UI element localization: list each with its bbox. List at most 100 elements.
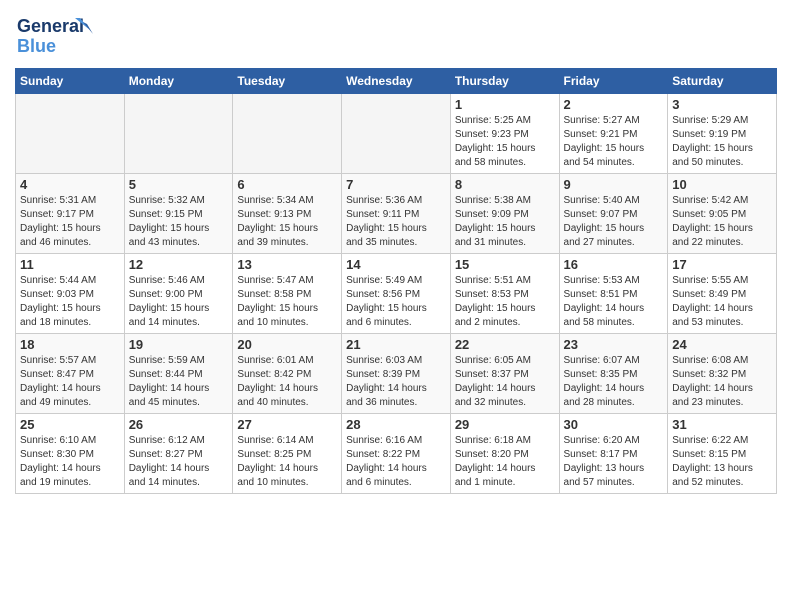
day-number: 13 [237,257,337,272]
day-info: Sunrise: 6:08 AM Sunset: 8:32 PM Dayligh… [672,354,772,410]
calendar-week-row: 4Sunrise: 5:31 AM Sunset: 9:17 PM Daylig… [16,174,777,254]
calendar-cell: 6 Sunrise: 5:34 AM Sunset: 9:13 PM Daylig… [233,174,342,254]
day-number: 28 [346,417,446,432]
day-number: 21 [346,337,446,352]
day-number: 8 [455,177,555,192]
day-number: 1 [455,97,555,112]
page-header: GeneralBlue [15,10,777,60]
day-info: Sunrise: 6:18 AM Sunset: 8:20 PM Dayligh… [455,434,555,490]
day-number: 3 [672,97,772,112]
calendar-cell: 3 Sunrise: 5:29 AM Sunset: 9:19 PM Daylig… [668,94,777,174]
day-info: Sunrise: 6:16 AM Sunset: 8:22 PM Dayligh… [346,434,446,490]
calendar-cell: 28 Sunrise: 6:16 AM Sunset: 8:22 PM Dayli… [342,414,451,494]
calendar-cell: 2Sunrise: 5:27 AM Sunset: 9:21 PM Daylig… [559,94,668,174]
day-number: 14 [346,257,446,272]
calendar-cell: 16 Sunrise: 5:53 AM Sunset: 8:51 PM Dayli… [559,254,668,334]
logo-icon: GeneralBlue [15,10,95,60]
calendar-cell [342,94,451,174]
day-number: 4 [20,177,120,192]
day-number: 31 [672,417,772,432]
day-number: 5 [129,177,229,192]
calendar-cell: 27 Sunrise: 6:14 AM Sunset: 8:25 PM Dayli… [233,414,342,494]
day-info: Sunrise: 5:47 AM Sunset: 8:58 PM Dayligh… [237,274,337,330]
day-number: 16 [564,257,664,272]
calendar-cell: 22 Sunrise: 6:05 AM Sunset: 8:37 PM Dayli… [450,334,559,414]
day-header-monday: Monday [124,69,233,94]
calendar-cell: 31 Sunrise: 6:22 AM Sunset: 8:15 PM Dayli… [668,414,777,494]
calendar-cell: 5 Sunrise: 5:32 AM Sunset: 9:15 PM Daylig… [124,174,233,254]
day-number: 23 [564,337,664,352]
calendar-cell: 18 Sunrise: 5:57 AM Sunset: 8:47 PM Dayli… [16,334,125,414]
day-info: Sunrise: 5:38 AM Sunset: 9:09 PM Dayligh… [455,194,555,250]
calendar-cell [124,94,233,174]
day-number: 11 [20,257,120,272]
day-info: Sunrise: 5:29 AM Sunset: 9:19 PM Dayligh… [672,114,772,170]
day-info: Sunrise: 6:14 AM Sunset: 8:25 PM Dayligh… [237,434,337,490]
day-header-thursday: Thursday [450,69,559,94]
calendar-cell: 9 Sunrise: 5:40 AM Sunset: 9:07 PM Daylig… [559,174,668,254]
day-info: Sunrise: 5:34 AM Sunset: 9:13 PM Dayligh… [237,194,337,250]
calendar-cell: 30 Sunrise: 6:20 AM Sunset: 8:17 PM Dayli… [559,414,668,494]
day-number: 22 [455,337,555,352]
day-number: 29 [455,417,555,432]
calendar-header-row: SundayMondayTuesdayWednesdayThursdayFrid… [16,69,777,94]
day-header-tuesday: Tuesday [233,69,342,94]
calendar-cell: 17 Sunrise: 5:55 AM Sunset: 8:49 PM Dayli… [668,254,777,334]
day-header-saturday: Saturday [668,69,777,94]
calendar-cell: 1 Sunrise: 5:25 AM Sunset: 9:23 PM Daylig… [450,94,559,174]
day-number: 2 [564,97,664,112]
calendar-cell: 7 Sunrise: 5:36 AM Sunset: 9:11 PM Daylig… [342,174,451,254]
day-info: Sunrise: 5:57 AM Sunset: 8:47 PM Dayligh… [20,354,120,410]
day-info: Sunrise: 6:01 AM Sunset: 8:42 PM Dayligh… [237,354,337,410]
calendar-cell: 15 Sunrise: 5:51 AM Sunset: 8:53 PM Dayli… [450,254,559,334]
calendar-cell: 24Sunrise: 6:08 AM Sunset: 8:32 PM Dayli… [668,334,777,414]
calendar-cell: 25Sunrise: 6:10 AM Sunset: 8:30 PM Dayli… [16,414,125,494]
day-number: 30 [564,417,664,432]
calendar-week-row: 25Sunrise: 6:10 AM Sunset: 8:30 PM Dayli… [16,414,777,494]
calendar-cell: 10 Sunrise: 5:42 AM Sunset: 9:05 PM Dayli… [668,174,777,254]
day-info: Sunrise: 5:59 AM Sunset: 8:44 PM Dayligh… [129,354,229,410]
calendar-cell: 13 Sunrise: 5:47 AM Sunset: 8:58 PM Dayli… [233,254,342,334]
calendar-cell: 11 Sunrise: 5:44 AM Sunset: 9:03 PM Dayli… [16,254,125,334]
calendar-cell: 8 Sunrise: 5:38 AM Sunset: 9:09 PM Daylig… [450,174,559,254]
day-info: Sunrise: 5:32 AM Sunset: 9:15 PM Dayligh… [129,194,229,250]
day-info: Sunrise: 6:05 AM Sunset: 8:37 PM Dayligh… [455,354,555,410]
day-number: 10 [672,177,772,192]
day-number: 7 [346,177,446,192]
day-number: 15 [455,257,555,272]
calendar-cell: 12Sunrise: 5:46 AM Sunset: 9:00 PM Dayli… [124,254,233,334]
day-info: Sunrise: 5:49 AM Sunset: 8:56 PM Dayligh… [346,274,446,330]
day-header-wednesday: Wednesday [342,69,451,94]
logo: GeneralBlue [15,10,95,60]
day-info: Sunrise: 5:40 AM Sunset: 9:07 PM Dayligh… [564,194,664,250]
day-number: 9 [564,177,664,192]
day-info: Sunrise: 6:07 AM Sunset: 8:35 PM Dayligh… [564,354,664,410]
calendar-cell: 21 Sunrise: 6:03 AM Sunset: 8:39 PM Dayli… [342,334,451,414]
day-info: Sunrise: 5:36 AM Sunset: 9:11 PM Dayligh… [346,194,446,250]
day-info: Sunrise: 5:55 AM Sunset: 8:49 PM Dayligh… [672,274,772,330]
day-info: Sunrise: 5:42 AM Sunset: 9:05 PM Dayligh… [672,194,772,250]
day-info: Sunrise: 6:22 AM Sunset: 8:15 PM Dayligh… [672,434,772,490]
day-number: 6 [237,177,337,192]
day-number: 26 [129,417,229,432]
day-number: 17 [672,257,772,272]
day-number: 19 [129,337,229,352]
calendar-cell [16,94,125,174]
day-number: 27 [237,417,337,432]
day-info: Sunrise: 6:03 AM Sunset: 8:39 PM Dayligh… [346,354,446,410]
day-info: Sunrise: 5:25 AM Sunset: 9:23 PM Dayligh… [455,114,555,170]
calendar-week-row: 1 Sunrise: 5:25 AM Sunset: 9:23 PM Daylig… [16,94,777,174]
calendar-table: SundayMondayTuesdayWednesdayThursdayFrid… [15,68,777,494]
svg-text:General: General [17,16,84,36]
calendar-week-row: 11 Sunrise: 5:44 AM Sunset: 9:03 PM Dayli… [16,254,777,334]
day-info: Sunrise: 5:53 AM Sunset: 8:51 PM Dayligh… [564,274,664,330]
day-info: Sunrise: 5:44 AM Sunset: 9:03 PM Dayligh… [20,274,120,330]
day-info: Sunrise: 5:51 AM Sunset: 8:53 PM Dayligh… [455,274,555,330]
day-header-sunday: Sunday [16,69,125,94]
day-number: 20 [237,337,337,352]
day-number: 25 [20,417,120,432]
svg-text:Blue: Blue [17,36,56,56]
calendar-cell: 4Sunrise: 5:31 AM Sunset: 9:17 PM Daylig… [16,174,125,254]
day-number: 18 [20,337,120,352]
day-info: Sunrise: 6:20 AM Sunset: 8:17 PM Dayligh… [564,434,664,490]
